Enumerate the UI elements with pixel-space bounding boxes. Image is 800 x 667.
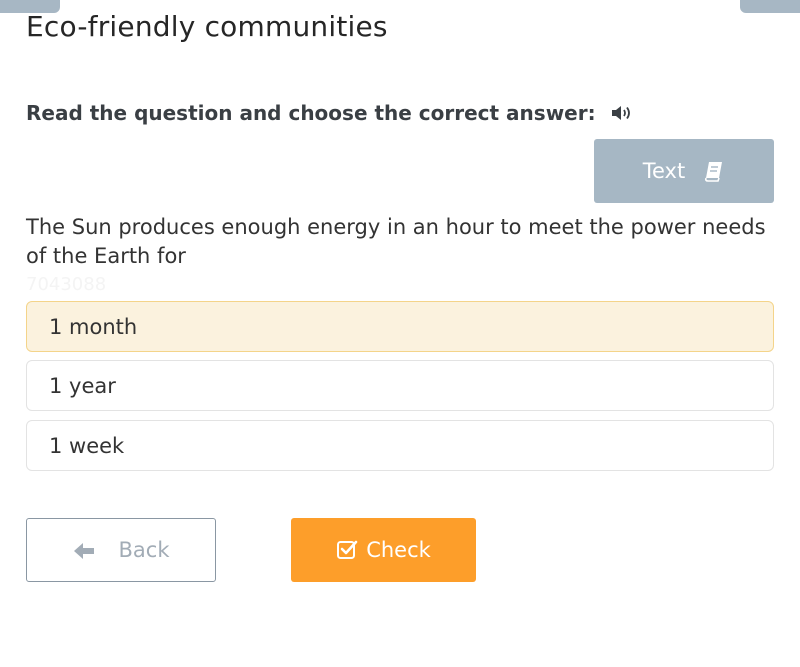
answer-option-label: 1 year bbox=[49, 373, 116, 398]
book-icon bbox=[703, 160, 725, 182]
back-button-label: Back bbox=[118, 538, 170, 562]
check-button-label: Check bbox=[366, 538, 431, 562]
back-button[interactable]: Back bbox=[26, 518, 216, 582]
top-right-tab[interactable] bbox=[740, 0, 800, 13]
checkbox-icon bbox=[336, 539, 358, 561]
page-title: Eco-friendly communities bbox=[26, 10, 388, 43]
question-id: 7043088 bbox=[26, 274, 107, 295]
check-button[interactable]: Check bbox=[291, 518, 476, 582]
arrow-left-icon bbox=[73, 541, 95, 559]
instruction-text: Read the question and choose the correct… bbox=[26, 101, 596, 125]
text-button[interactable]: Text bbox=[594, 139, 774, 203]
answer-option-label: 1 month bbox=[49, 314, 138, 339]
question-text: The Sun produces enough energy in an hou… bbox=[26, 215, 766, 268]
instruction-row: Read the question and choose the correct… bbox=[26, 101, 632, 125]
answer-option-3[interactable]: 1 week bbox=[26, 420, 774, 471]
text-button-label: Text bbox=[642, 159, 686, 183]
answer-option-label: 1 week bbox=[49, 433, 125, 458]
speaker-icon[interactable] bbox=[610, 103, 632, 123]
answer-option-2[interactable]: 1 year bbox=[26, 360, 774, 411]
answer-option-1[interactable]: 1 month bbox=[26, 301, 774, 352]
